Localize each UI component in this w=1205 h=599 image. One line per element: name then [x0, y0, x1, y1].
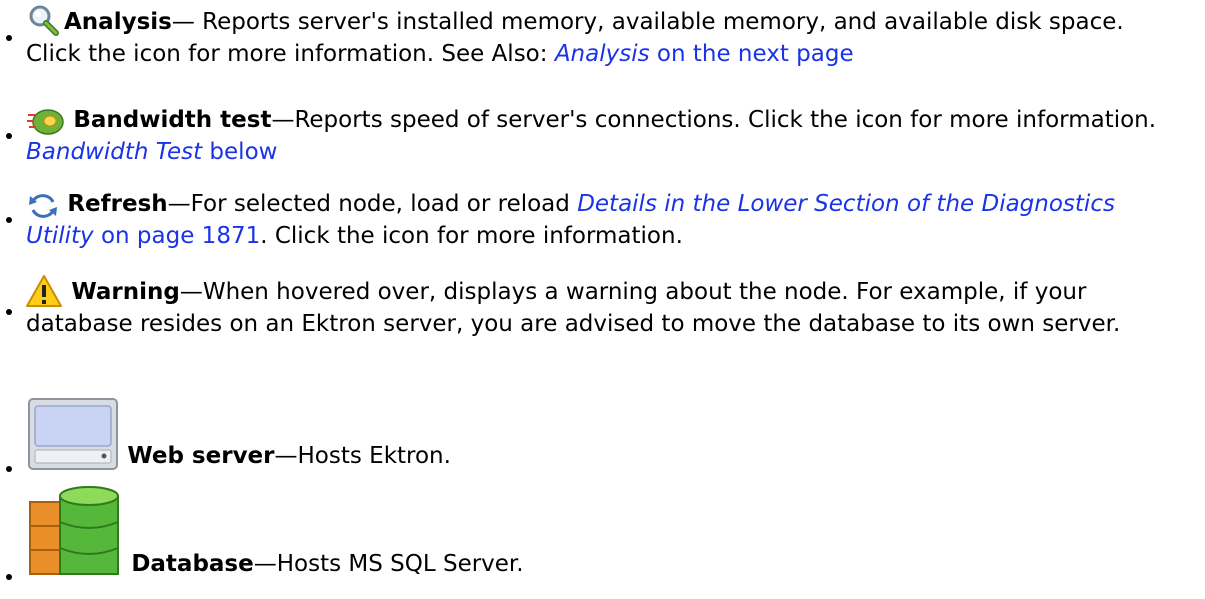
bullet [6, 35, 12, 41]
separator: — [171, 9, 203, 35]
item-title: Web server [127, 443, 275, 469]
warning-icon[interactable] [26, 274, 64, 308]
list-item-text: Warning—When hovered over, displays a wa… [26, 274, 1180, 340]
separator: — [271, 107, 295, 133]
list-item-text: Bandwidth test—Reports speed of server's… [26, 104, 1180, 168]
see-also-link[interactable]: Analysis on the next page [555, 41, 854, 67]
item-title: Warning [71, 279, 180, 305]
item-description: Hosts Ektron. [297, 443, 451, 469]
item-title: Analysis [64, 9, 172, 35]
bullet [6, 309, 12, 315]
item-title: Database [131, 551, 254, 577]
database-icon[interactable] [26, 482, 124, 580]
list-item-text: Analysis— Reports server's installed mem… [26, 4, 1180, 70]
separator: — [167, 191, 191, 217]
item-title: Refresh [67, 191, 168, 217]
item-title: Bandwidth test [73, 107, 272, 133]
separator: — [179, 279, 203, 305]
bandwidth-test-link[interactable]: Bandwidth Test below [26, 139, 277, 165]
refresh-icon[interactable] [26, 192, 60, 220]
web-server-icon[interactable] [26, 396, 120, 472]
magnifier-icon[interactable] [26, 4, 64, 38]
bullet [6, 574, 12, 580]
bullet [6, 466, 12, 472]
list-item-text: Refresh—For selected node, load or reloa… [26, 188, 1180, 252]
item-description: Hosts MS SQL Server. [276, 551, 524, 577]
bandwidth-icon[interactable] [26, 108, 66, 136]
bullet [6, 133, 12, 139]
separator: — [274, 443, 298, 469]
item-description: For selected node, load or reload [190, 191, 578, 217]
list-item-text: Database—Hosts MS SQL Server. [26, 482, 1180, 580]
item-description-end: . Click the icon for more information. [260, 223, 683, 249]
bullet [6, 217, 12, 223]
list-item-text: Web server—Hosts Ektron. [26, 396, 1180, 472]
item-description: Reports speed of server's connections. C… [294, 107, 1157, 133]
separator: — [253, 551, 277, 577]
